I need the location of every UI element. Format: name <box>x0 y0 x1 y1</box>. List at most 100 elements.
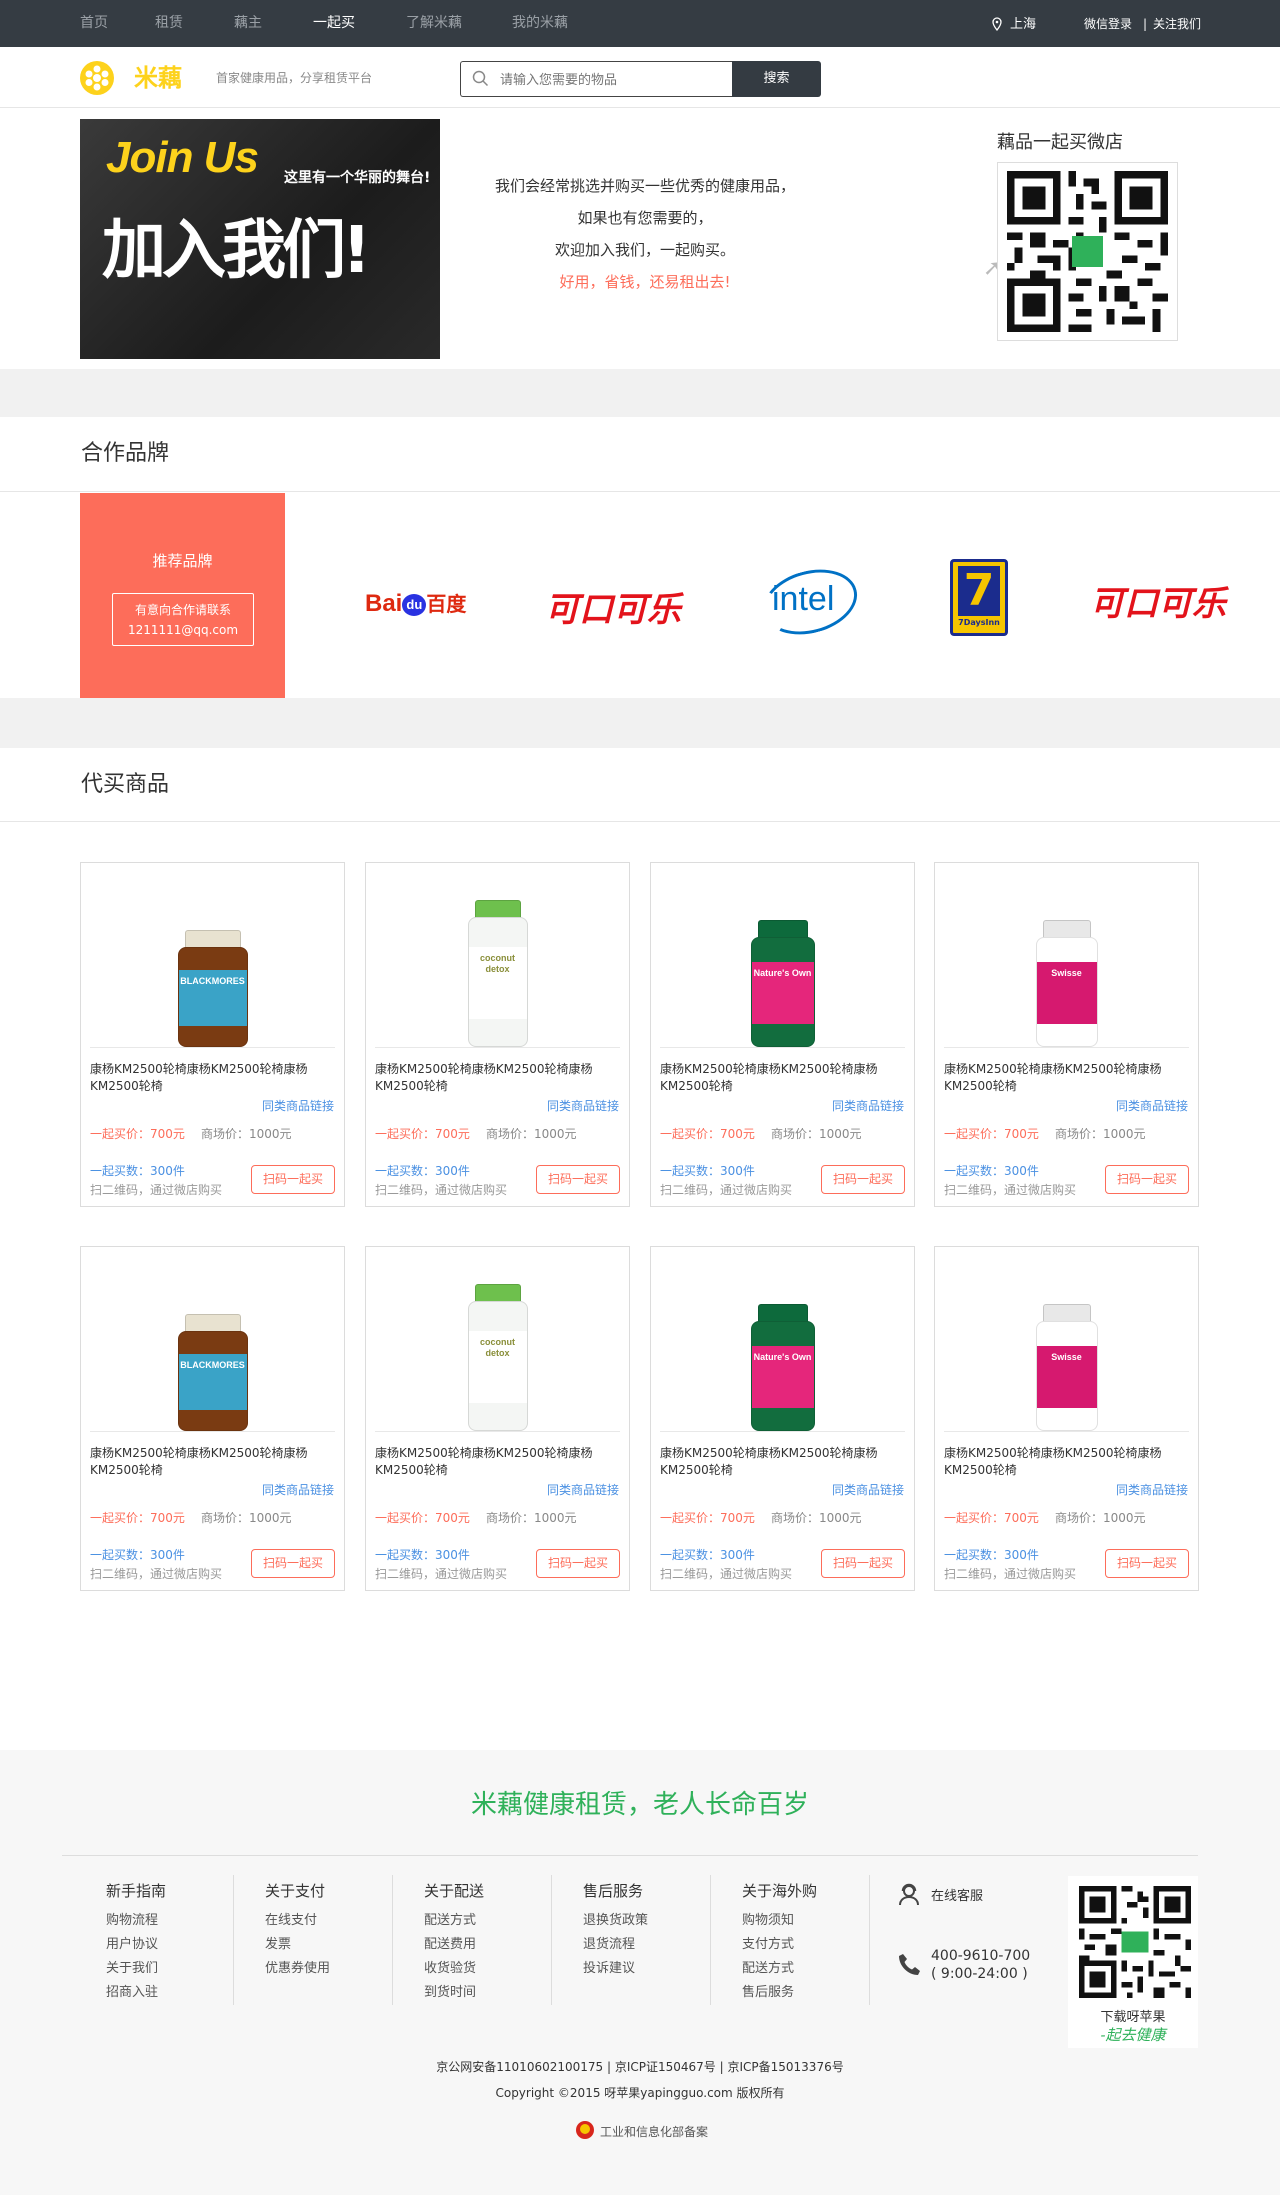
group-buy-price: 一起买价：700元 <box>375 1127 470 1141</box>
product-image[interactable]: BLACKMORES <box>90 873 335 1048</box>
nav-owner[interactable]: 藕主 <box>234 0 262 47</box>
product-title[interactable]: 康杨KM2500轮椅康杨KM2500轮椅康杨KM2500轮椅 <box>660 1445 908 1479</box>
brand-logo-7days[interactable]: 7 7DaysInn <box>950 559 1008 636</box>
nav-rent[interactable]: 租赁 <box>155 0 183 47</box>
product-card[interactable]: Swisse 康杨KM2500轮椅康杨KM2500轮椅康杨KM2500轮椅同类商品… <box>934 1246 1199 1591</box>
scan-hint: 扫二维码，通过微店购买 <box>660 1183 793 1197</box>
follow-us-link[interactable]: 关注我们 <box>1153 0 1201 47</box>
app-download-qr[interactable]: 下载呀苹果 -起去健康 <box>1068 1876 1198 2048</box>
service-hours: ( 9:00-24:00 ) <box>931 1966 1028 1982</box>
product-image[interactable]: Nature's Own <box>660 873 905 1048</box>
product-card[interactable]: coconut detox 康杨KM2500轮椅康杨KM2500轮椅康杨KM250… <box>365 862 630 1207</box>
qr-signature: -起去健康 <box>1100 2026 1166 2044</box>
brand-logo-intel[interactable]: intel <box>772 580 834 619</box>
product-card[interactable]: Nature's Own 康杨KM2500轮椅康杨KM2500轮椅康杨KM2500… <box>650 1246 915 1591</box>
search-input[interactable] <box>500 68 720 90</box>
product-title[interactable]: 康杨KM2500轮椅康杨KM2500轮椅康杨KM2500轮椅 <box>375 1061 623 1095</box>
product-card[interactable]: coconut detox 康杨KM2500轮椅康杨KM2500轮椅康杨KM250… <box>365 1246 630 1591</box>
product-card[interactable]: BLACKMORES 康杨KM2500轮椅康杨KM2500轮椅康杨KM2500轮椅… <box>80 1246 345 1591</box>
footer-link[interactable]: 配送费用 <box>424 1933 484 1957</box>
product-image[interactable]: Swisse <box>944 1257 1189 1432</box>
scan-to-buy-button[interactable]: 扫码一起买 <box>251 1549 335 1578</box>
similar-products-link[interactable]: 同类商品链接 <box>262 1097 334 1114</box>
footer-col-separator <box>392 1875 393 2005</box>
product-title[interactable]: 康杨KM2500轮椅康杨KM2500轮椅康杨KM2500轮椅 <box>90 1445 338 1479</box>
footer-link[interactable]: 支付方式 <box>742 1933 817 1957</box>
logo-icon[interactable] <box>80 61 114 95</box>
scan-to-buy-button[interactable]: 扫码一起买 <box>251 1165 335 1194</box>
section-divider <box>0 698 1280 748</box>
product-title[interactable]: 康杨KM2500轮椅康杨KM2500轮椅康杨KM2500轮椅 <box>375 1445 623 1479</box>
footer-link[interactable]: 收货验货 <box>424 1957 484 1981</box>
similar-products-link[interactable]: 同类商品链接 <box>547 1481 619 1498</box>
footer-link[interactable]: 退货流程 <box>583 1933 648 1957</box>
footer-link[interactable]: 在线支付 <box>265 1909 330 1933</box>
footer-link[interactable]: 售后服务 <box>742 1981 817 2005</box>
footer-link[interactable]: 发票 <box>265 1933 330 1957</box>
scan-to-buy-button[interactable]: 扫码一起买 <box>1105 1165 1189 1194</box>
product-image[interactable]: coconut detox <box>375 1257 620 1432</box>
product-card[interactable]: Nature's Own 康杨KM2500轮椅康杨KM2500轮椅康杨KM2500… <box>650 862 915 1207</box>
product-image[interactable]: Swisse <box>944 873 1189 1048</box>
footer-link[interactable]: 退换货政策 <box>583 1909 648 1933</box>
miit-link[interactable]: 工业和信息化部备案 <box>600 2123 708 2140</box>
footer-link[interactable]: 到货时间 <box>424 1981 484 2005</box>
scan-to-buy-button[interactable]: 扫码一起买 <box>821 1549 905 1578</box>
scan-to-buy-button[interactable]: 扫码一起买 <box>821 1165 905 1194</box>
footer-link[interactable]: 优惠券使用 <box>265 1957 330 1981</box>
banner-big-text: 加入我们! <box>102 214 371 288</box>
product-image[interactable]: BLACKMORES <box>90 1257 335 1432</box>
brand-logo-coca-cola-2[interactable]: 可口可乐 <box>1090 576 1226 625</box>
product-card[interactable]: Swisse 康杨KM2500轮椅康杨KM2500轮椅康杨KM2500轮椅同类商品… <box>934 862 1199 1207</box>
nav-home[interactable]: 首页 <box>80 0 108 47</box>
brand-logo-baidu[interactable]: Bai du 百度 <box>365 588 466 618</box>
brand-contact-box[interactable]: 有意向合作请联系 1211111@qq.com <box>112 593 254 646</box>
footer-link[interactable]: 用户协议 <box>106 1933 166 1957</box>
bottle-body: coconut detox <box>467 1301 528 1431</box>
product-title[interactable]: 康杨KM2500轮椅康杨KM2500轮椅康杨KM2500轮椅 <box>90 1061 338 1095</box>
customer-service-icon[interactable] <box>897 1882 921 1910</box>
qr-caption: 下载呀苹果 <box>1100 2010 1166 2025</box>
location-label[interactable]: 上海 <box>1010 0 1036 47</box>
logo-text[interactable]: 米藕 <box>134 61 182 95</box>
footer-link[interactable]: 购物流程 <box>106 1909 166 1933</box>
brand-contact-email[interactable]: 1211111@qq.com <box>113 620 253 640</box>
footer-link[interactable]: 购物须知 <box>742 1909 817 1933</box>
similar-products-link[interactable]: 同类商品链接 <box>832 1481 904 1498</box>
scan-to-buy-button[interactable]: 扫码一起买 <box>536 1165 620 1194</box>
similar-products-link[interactable]: 同类商品链接 <box>262 1481 334 1498</box>
nav-group-buy[interactable]: 一起买 <box>313 0 355 47</box>
product-image[interactable]: coconut detox <box>375 873 620 1048</box>
similar-products-link[interactable]: 同类商品链接 <box>1116 1097 1188 1114</box>
similar-products-link[interactable]: 同类商品链接 <box>1116 1481 1188 1498</box>
search-button[interactable]: 搜索 <box>732 61 821 97</box>
similar-products-link[interactable]: 同类商品链接 <box>547 1097 619 1114</box>
footer-link[interactable]: 投诉建议 <box>583 1957 648 1981</box>
footer-link[interactable]: 招商入驻 <box>106 1981 166 2005</box>
product-title[interactable]: 康杨KM2500轮椅康杨KM2500轮椅康杨KM2500轮椅 <box>944 1061 1192 1095</box>
market-price: 商场价：1000元 <box>771 1511 862 1525</box>
footer-col-title: 新手指南 <box>106 1882 167 1900</box>
service-phone: 400-9610-700 <box>931 1948 1031 1964</box>
footer-link[interactable]: 配送方式 <box>424 1909 484 1933</box>
footer-link[interactable]: 配送方式 <box>742 1957 817 1981</box>
nav-about[interactable]: 了解米藕 <box>406 0 462 47</box>
product-card[interactable]: BLACKMORES 康杨KM2500轮椅康杨KM2500轮椅康杨KM2500轮椅… <box>80 862 345 1207</box>
product-image[interactable]: Nature's Own <box>660 1257 905 1432</box>
product-title[interactable]: 康杨KM2500轮椅康杨KM2500轮椅康杨KM2500轮椅 <box>944 1445 1192 1479</box>
online-service-label[interactable]: 在线客服 <box>931 1885 983 1904</box>
scan-to-buy-button[interactable]: 扫码一起买 <box>1105 1549 1189 1578</box>
product-title[interactable]: 康杨KM2500轮椅康杨KM2500轮椅康杨KM2500轮椅 <box>660 1061 908 1095</box>
footer-link[interactable]: 关于我们 <box>106 1957 166 1981</box>
icp-info: 京公网安备11010602100175 | 京ICP证150467号 | 京IC… <box>436 2060 844 2074</box>
brand-logo-coca-cola-1[interactable]: 可口可乐 <box>545 582 681 631</box>
nav-my[interactable]: 我的米藕 <box>512 0 568 47</box>
join-us-banner[interactable]: Join Us 这里有一个华丽的舞台! 加入我们! <box>80 119 440 359</box>
weidian-qr-code[interactable] <box>997 162 1178 341</box>
wechat-login-link[interactable]: 微信登录 <box>1084 0 1132 47</box>
similar-products-link[interactable]: 同类商品链接 <box>832 1097 904 1114</box>
market-price: 商场价：1000元 <box>486 1127 577 1141</box>
scan-to-buy-button[interactable]: 扫码一起买 <box>536 1549 620 1578</box>
bottle-cap <box>184 930 241 948</box>
market-price: 商场价：1000元 <box>201 1511 292 1525</box>
